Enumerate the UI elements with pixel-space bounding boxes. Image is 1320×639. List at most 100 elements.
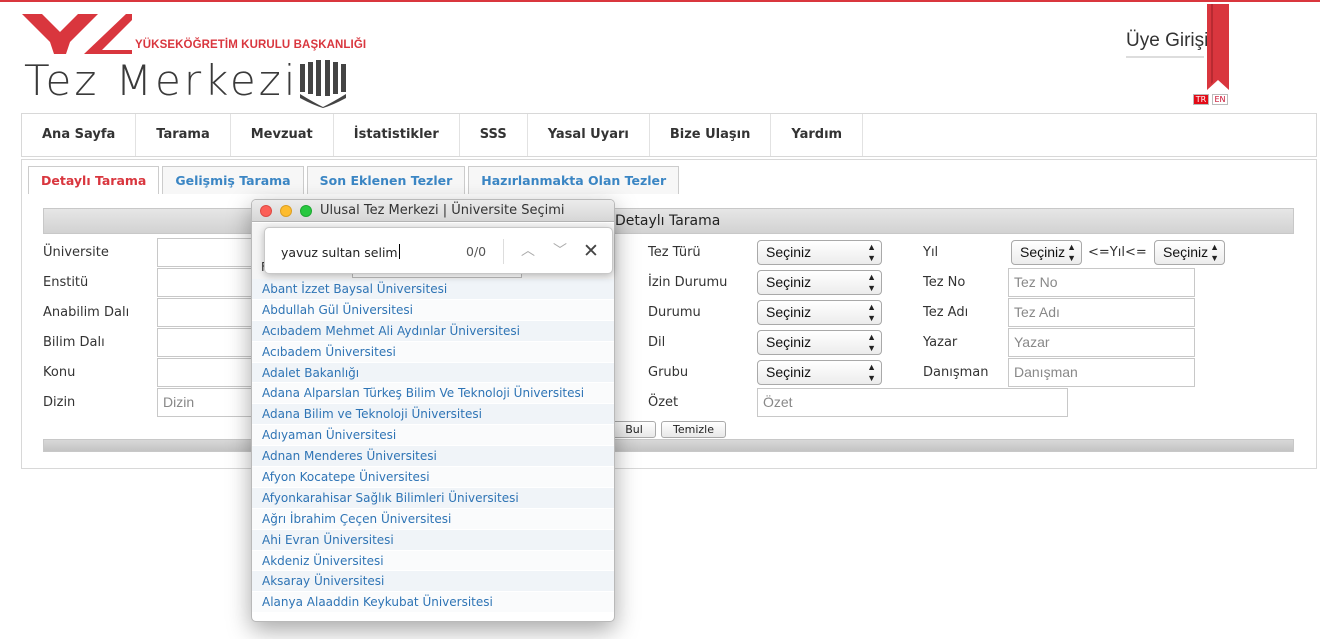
select-arrows-icon: ▲ ▼	[867, 362, 876, 383]
search-button[interactable]: Bul	[612, 421, 656, 438]
university-field[interactable]	[157, 238, 257, 267]
find-input[interactable]: yavuz sultan selim	[281, 244, 400, 260]
window-title: Ulusal Tez Merkezi | Üniversite Seçimi	[320, 203, 565, 218]
group-select[interactable]: Seçiniz ▲ ▼	[757, 360, 882, 385]
university-list: Abant İzzet Baysal Üniversitesi Abdullah…	[252, 279, 614, 614]
member-login-underline	[1126, 56, 1204, 58]
english-flag-icon[interactable]: EN	[1212, 94, 1228, 105]
discipline-field[interactable]	[157, 328, 257, 357]
label-abstract: Özet	[648, 395, 679, 410]
list-item[interactable]: Adana Bilim ve Teknoloji Üniversitesi	[252, 404, 614, 426]
list-item[interactable]: Ağrı İbrahim Çeçen Üniversitesi	[252, 508, 614, 530]
form-footer-bar	[43, 439, 1294, 452]
find-match-count: 0/0	[466, 244, 487, 259]
site-title[interactable]: Tez Merkezi	[24, 56, 298, 105]
thesis-title-field[interactable]: Tez Adı	[1008, 298, 1195, 327]
minimize-window-icon[interactable]	[280, 205, 292, 217]
yok-logo	[22, 14, 132, 54]
label-discipline: Bilim Dalı	[43, 335, 105, 350]
label-institute: Enstitü	[43, 275, 89, 290]
nav-help[interactable]: Yardım	[771, 114, 864, 156]
main-nav: Ana Sayfa Tarama Mevzuat İstatistikler S…	[21, 113, 1317, 157]
select-value: Seçiniz	[766, 334, 812, 350]
org-name: YÜKSEKÖĞRETİM KURULU BAŞKANLIĞI	[135, 39, 367, 51]
abstract-field[interactable]: Özet	[757, 388, 1068, 417]
member-login-link[interactable]: Üye Girişi	[1126, 30, 1208, 52]
label-group: Grubu	[648, 365, 689, 380]
label-advisor: Danışman	[923, 365, 989, 380]
department-field[interactable]	[157, 298, 257, 327]
label-thesis-no: Tez No	[923, 275, 966, 290]
select-arrows-icon: ▲ ▼	[867, 302, 876, 323]
index-field[interactable]: Dizin	[157, 388, 257, 417]
label-year: Yıl	[923, 245, 939, 260]
language-select[interactable]: Seçiniz ▲ ▼	[757, 330, 882, 355]
find-divider	[503, 239, 504, 264]
close-window-icon[interactable]	[260, 205, 272, 217]
year-from-select[interactable]: Seçiniz ▲ ▼	[1011, 240, 1082, 265]
label-subject: Konu	[43, 365, 76, 380]
find-query: yavuz sultan selim	[281, 245, 398, 260]
institute-field[interactable]	[157, 268, 257, 297]
year-range-separator: <=Yıl<=	[1088, 245, 1147, 260]
label-index: Dizin	[43, 395, 76, 410]
select-value: Seçiniz	[1163, 244, 1209, 260]
clear-button[interactable]: Temizle	[661, 421, 726, 438]
nav-statistics[interactable]: İstatistikler	[334, 114, 460, 156]
nav-contact[interactable]: Bize Ulaşın	[650, 114, 772, 156]
find-in-page-bar: yavuz sultan selim 0/0 ︿ ﹀ ✕	[264, 227, 613, 274]
select-value: Seçiniz	[1020, 244, 1066, 260]
list-item[interactable]: Adnan Menderes Üniversitesi	[252, 446, 614, 468]
list-item[interactable]: Alanya Alaaddin Keykubat Üniversitesi	[252, 592, 614, 614]
label-status: Durumu	[648, 305, 701, 320]
list-item[interactable]: Acıbadem Üniversitesi	[252, 341, 614, 363]
list-item[interactable]: Adıyaman Üniversitesi	[252, 425, 614, 447]
nav-faq[interactable]: SSS	[460, 114, 528, 156]
list-item[interactable]: Adana Alparslan Türkeş Bilim Ve Teknoloj…	[252, 383, 614, 405]
year-to-select[interactable]: Seçiniz ▲ ▼	[1154, 240, 1225, 265]
list-item[interactable]: Adalet Bakanlığı	[252, 362, 614, 384]
select-value: Seçiniz	[766, 274, 812, 290]
author-field[interactable]: Yazar	[1008, 328, 1195, 357]
label-thesis-type: Tez Türü	[648, 245, 701, 260]
select-arrows-icon: ▲ ▼	[867, 242, 876, 263]
nav-search[interactable]: Tarama	[136, 114, 231, 156]
select-arrows-icon: ▲ ▼	[1210, 242, 1219, 263]
list-item[interactable]: Aksaray Üniversitesi	[252, 571, 614, 593]
tab-ongoing-theses[interactable]: Hazırlanmakta Olan Tezler	[468, 166, 680, 194]
nav-legislation[interactable]: Mevzuat	[231, 114, 334, 156]
turkish-flag-icon[interactable]: TR	[1193, 94, 1209, 105]
advisor-field[interactable]: Danışman	[1008, 358, 1195, 387]
select-value: Seçiniz	[766, 364, 812, 380]
list-item[interactable]: Abdullah Gül Üniversitesi	[252, 299, 614, 321]
nav-home[interactable]: Ana Sayfa	[22, 114, 137, 156]
thesis-type-select[interactable]: Seçiniz ▲ ▼	[757, 240, 882, 265]
thesis-no-field[interactable]: Tez No	[1008, 268, 1195, 297]
ribbon-bookmark	[1207, 4, 1229, 90]
list-item[interactable]: Afyonkarahisar Sağlık Bilimleri Üniversi…	[252, 487, 614, 509]
list-item[interactable]: Akdeniz Üniversitesi	[252, 550, 614, 572]
select-value: Seçiniz	[766, 244, 812, 260]
list-item[interactable]: Afyon Kocatepe Üniversitesi	[252, 467, 614, 488]
nav-legal-notice[interactable]: Yasal Uyarı	[528, 114, 650, 156]
chevron-down-icon[interactable]: ﹀	[549, 240, 571, 262]
label-department: Anabilim Dalı	[43, 305, 130, 320]
tab-recent-theses[interactable]: Son Eklenen Tezler	[306, 166, 466, 194]
select-value: Seçiniz	[766, 304, 812, 320]
status-select[interactable]: Seçiniz ▲ ▼	[757, 300, 882, 325]
list-item[interactable]: Ahi Evran Üniversitesi	[252, 529, 614, 551]
close-icon[interactable]: ✕	[580, 240, 602, 262]
label-author: Yazar	[923, 335, 958, 350]
list-item[interactable]: Acıbadem Mehmet Ali Aydınlar Üniversites…	[252, 320, 614, 342]
select-arrows-icon: ▲ ▼	[867, 272, 876, 293]
permission-status-select[interactable]: Seçiniz ▲ ▼	[757, 270, 882, 295]
list-item[interactable]: Abant İzzet Baysal Üniversitesi	[252, 279, 614, 300]
window-titlebar[interactable]: Ulusal Tez Merkezi | Üniversite Seçimi	[252, 200, 614, 222]
maximize-window-icon[interactable]	[300, 205, 312, 217]
chevron-up-icon[interactable]: ︿	[517, 240, 539, 262]
subject-field[interactable]	[157, 358, 257, 387]
label-language: Dil	[648, 335, 666, 350]
tab-detailed-search[interactable]: Detaylı Tarama	[28, 166, 160, 194]
select-arrows-icon: ▲ ▼	[1067, 242, 1076, 263]
tab-advanced-search[interactable]: Gelişmiş Tarama	[162, 166, 304, 194]
